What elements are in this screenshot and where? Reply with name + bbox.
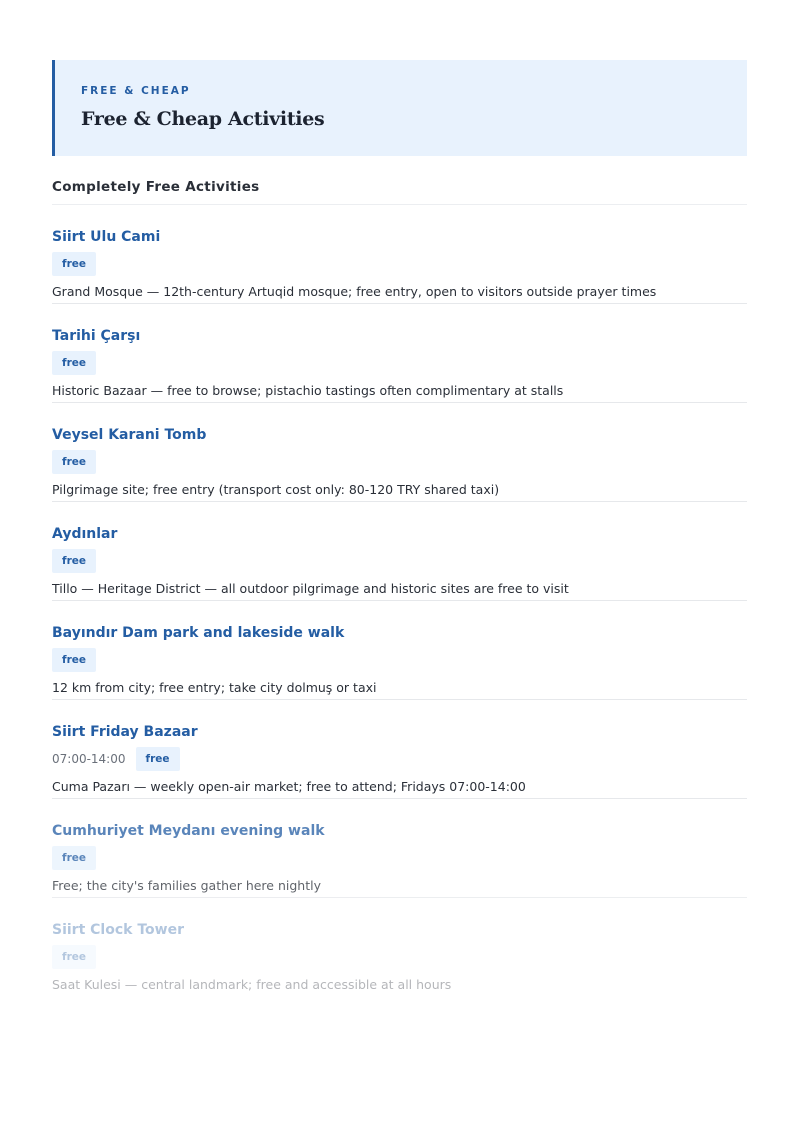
activity-name[interactable]: Siirt Friday Bazaar bbox=[52, 722, 747, 742]
activity-meta: free bbox=[52, 351, 747, 375]
activity-item: Bayındır Dam park and lakeside walk free… bbox=[52, 601, 747, 700]
activity-item: Veysel Karani Tomb free Pilgrimage site;… bbox=[52, 403, 747, 502]
activity-item: Tarihi Çarşı free Historic Bazaar — free… bbox=[52, 304, 747, 403]
price-badge: free bbox=[52, 945, 96, 969]
activity-meta: free bbox=[52, 846, 747, 870]
section-header: FREE & CHEAP Free & Cheap Activities bbox=[52, 60, 747, 156]
activity-item: Aydınlar free Tillo — Heritage District … bbox=[52, 502, 747, 601]
activity-meta: free bbox=[52, 252, 747, 276]
activity-description: Tillo — Heritage District — all outdoor … bbox=[52, 581, 569, 596]
activity-description: Pilgrimage site; free entry (transport c… bbox=[52, 482, 500, 497]
price-badge: free bbox=[52, 252, 96, 276]
activity-item: Siirt Friday Bazaar 07:00-14:00 free Cum… bbox=[52, 700, 747, 799]
section-heading: Completely Free Activities bbox=[52, 178, 747, 205]
activity-time: 07:00-14:00 bbox=[52, 752, 126, 766]
page-content: FREE & CHEAP Free & Cheap Activities Com… bbox=[52, 60, 747, 997]
activity-meta: 07:00-14:00 free bbox=[52, 747, 747, 771]
activity-description: 12 km from city; free entry; take city d… bbox=[52, 680, 377, 695]
price-badge: free bbox=[52, 351, 96, 375]
activity-name[interactable]: Veysel Karani Tomb bbox=[52, 425, 747, 445]
activity-meta: free bbox=[52, 549, 747, 573]
page-title: Free & Cheap Activities bbox=[81, 108, 325, 130]
price-badge: free bbox=[135, 747, 180, 771]
activity-description: Cuma Pazarı — weekly open-air market; fr… bbox=[52, 779, 526, 794]
activity-meta: free bbox=[52, 945, 747, 969]
price-badge: free bbox=[52, 549, 96, 573]
activity-name[interactable]: Bayındır Dam park and lakeside walk bbox=[52, 623, 747, 643]
activity-description: Saat Kulesi — central landmark; free and… bbox=[52, 977, 452, 992]
activity-name[interactable]: Tarihi Çarşı bbox=[52, 326, 747, 346]
activity-description: Historic Bazaar — free to browse; pistac… bbox=[52, 383, 564, 398]
price-badge: free bbox=[52, 846, 96, 870]
activity-meta: free bbox=[52, 648, 747, 672]
activity-name[interactable]: Aydınlar bbox=[52, 524, 747, 544]
activity-item: Siirt Ulu Cami free Grand Mosque — 12th-… bbox=[52, 205, 747, 304]
activity-list: Siirt Ulu Cami free Grand Mosque — 12th-… bbox=[52, 205, 747, 997]
activity-meta: free bbox=[52, 450, 747, 474]
activity-item: Cumhuriyet Meydanı evening walk free Fre… bbox=[52, 799, 747, 898]
price-badge: free bbox=[52, 450, 96, 474]
activity-name[interactable]: Siirt Clock Tower bbox=[52, 920, 747, 940]
activity-description: Grand Mosque — 12th-century Artuqid mosq… bbox=[52, 284, 657, 299]
activity-name[interactable]: Cumhuriyet Meydanı evening walk bbox=[52, 821, 747, 841]
section-eyebrow: FREE & CHEAP bbox=[81, 85, 191, 97]
activity-name[interactable]: Siirt Ulu Cami bbox=[52, 227, 747, 247]
price-badge: free bbox=[52, 648, 96, 672]
activity-item: Siirt Clock Tower free Saat Kulesi — cen… bbox=[52, 898, 747, 997]
activity-description: Free; the city's families gather here ni… bbox=[52, 878, 321, 893]
